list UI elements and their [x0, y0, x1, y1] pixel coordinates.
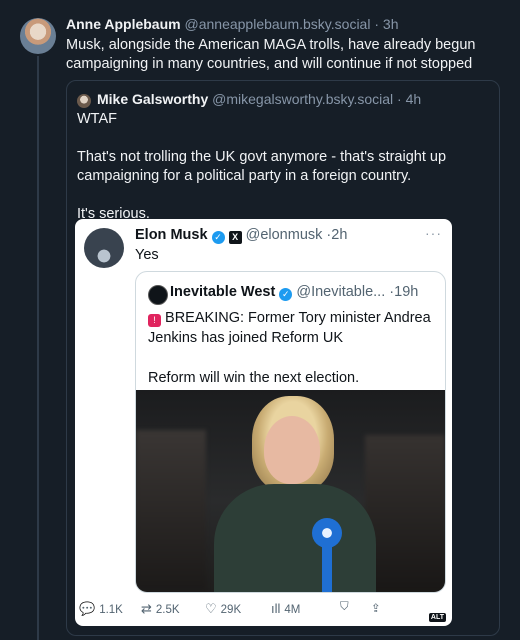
quoted-post[interactable]: Mike Galsworthy @mikegalsworthy.bsky.soc… [66, 80, 500, 636]
repost-action: ⇄ 2.5K [141, 601, 180, 617]
breaking-text: BREAKING: Former Tory minister Andrea Je… [148, 310, 431, 346]
siren-icon: ! [148, 314, 161, 327]
quote-handle[interactable]: @mikegalsworthy.bsky.social [212, 91, 393, 107]
alt-badge: ALT [428, 613, 446, 622]
like-count: 29K [220, 604, 242, 616]
reply-count: 1.1K [99, 604, 123, 616]
quote-paragraph: WTAF [77, 111, 117, 127]
post-time[interactable]: 3h [383, 16, 399, 32]
screenshot-header: Elon Musk ✓ X @elonmusk ·2h [135, 227, 348, 244]
inner-avatar [148, 285, 168, 305]
verified-badge-icon: ✓ [211, 231, 225, 244]
inner-handle: @Inevitable... [296, 284, 386, 300]
heart-icon: ♡ [205, 601, 217, 616]
elon-avatar [84, 228, 124, 268]
inner-time: 19h [394, 284, 419, 300]
inner-author-name: Inevitable West [170, 284, 276, 300]
author-name[interactable]: Anne Applebaum [66, 16, 181, 32]
screenshot-text: Yes [135, 247, 159, 263]
screenshot-author-name: Elon Musk [135, 227, 208, 243]
thread-line [37, 56, 39, 640]
views-action: ıll 4M [271, 601, 300, 616]
repost-icon: ⇄ [141, 601, 152, 616]
share-icon: ⇪ [371, 603, 381, 615]
quote-avatar [77, 94, 91, 108]
embedded-screenshot[interactable]: Elon Musk ✓ X @elonmusk ·2h ··· Yes Inev… [75, 219, 452, 626]
inner-header: Inevitable West ✓ @Inevitable... ·19h [170, 284, 419, 301]
reply-icon: 💬 [79, 601, 96, 616]
quote-header: Mike Galsworthy @mikegalsworthy.bsky.soc… [97, 91, 422, 107]
action-bar: 💬 1.1K ⇄ 2.5K ♡ 29K ıll 4M ⛉ ⇪ ALT [75, 597, 452, 622]
more-icon: ··· [425, 225, 442, 241]
like-action: ♡ 29K [205, 601, 241, 617]
bookmark-icon: ⛉ [340, 601, 349, 613]
views-icon: ıll [271, 601, 281, 616]
reply-action: 💬 1.1K [79, 601, 123, 617]
post-header: Anne Applebaum @anneapplebaum.bsky.socia… [66, 16, 399, 32]
views-count: 4M [284, 604, 301, 616]
inner-second-text: Reform will win the next election. [148, 370, 360, 386]
news-photo [136, 390, 445, 592]
quote-paragraph: That's not trolling the UK govt anymore … [77, 149, 447, 184]
post-text: Musk, alongside the American MAGA trolls… [66, 37, 476, 72]
avatar[interactable] [20, 18, 56, 54]
quote-author-name[interactable]: Mike Galsworthy [97, 91, 208, 107]
verified-badge-icon: ✓ [279, 288, 293, 301]
quote-time: 4h [405, 91, 422, 107]
x-logo-icon: X [228, 231, 242, 244]
inner-quoted-tweet: Inevitable West ✓ @Inevitable... ·19h ! … [135, 271, 446, 593]
author-handle[interactable]: @anneapplebaum.bsky.social [185, 16, 371, 32]
screenshot-time: 2h [331, 227, 348, 243]
screenshot-handle: @elonmusk [245, 227, 323, 243]
repost-count: 2.5K [155, 604, 180, 616]
